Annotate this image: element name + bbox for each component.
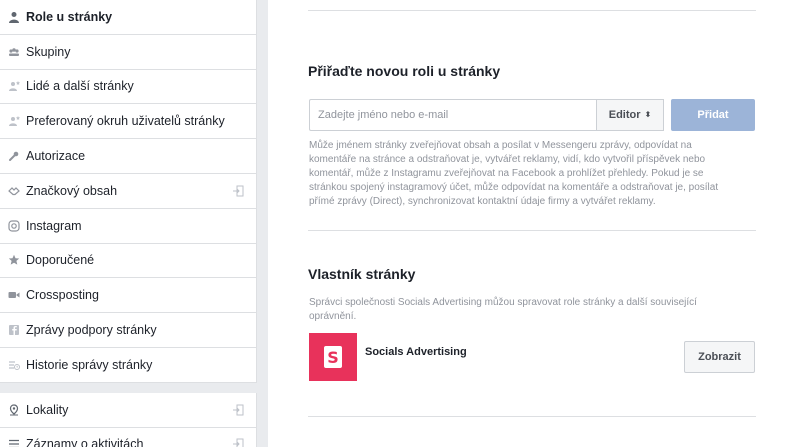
- name-or-email-input[interactable]: [309, 99, 597, 131]
- owner-description: Správci společnosti Socials Advertising …: [309, 297, 697, 322]
- external-link-icon: [232, 438, 244, 447]
- sidebar-item-label: Záznamy o aktivitách: [26, 437, 144, 447]
- sidebar-item-label: Autorizace: [26, 149, 86, 164]
- video-icon: [7, 288, 21, 302]
- sidebar-item-label: Crossposting: [26, 288, 99, 303]
- role-description: Může jménem stránky zveřejňovat obsah a …: [309, 140, 719, 207]
- person-star-icon: [7, 79, 21, 93]
- sidebar-item-label: Role u stránky: [26, 9, 113, 24]
- role-select-value: Editor: [608, 109, 641, 121]
- external-link-icon: [232, 404, 244, 416]
- list-icon: [7, 437, 21, 447]
- sidebar-item-branded-content[interactable]: Značkový obsah: [0, 174, 256, 209]
- wrench-icon: [7, 149, 21, 163]
- sidebar-item-groups[interactable]: Skupiny: [0, 35, 256, 70]
- facebook-icon: [7, 323, 21, 337]
- sidebar-item-label: Lokality: [26, 402, 69, 417]
- sidebar-item-support-messages[interactable]: Zprávy podpory stránky: [0, 313, 256, 348]
- owner-row: S Socials Advertising: [309, 333, 467, 381]
- sort-caret-icon: ⬍: [644, 110, 652, 119]
- owner-name[interactable]: Socials Advertising: [365, 346, 467, 358]
- sidebar-item-locations[interactable]: Lokality: [0, 393, 256, 428]
- sidebar-item-preferred-audience[interactable]: Preferovaný okruh uživatelů stránky: [0, 104, 256, 140]
- instagram-icon: [7, 219, 21, 233]
- divider: [308, 416, 756, 417]
- sidebar-item-label: Historie správy stránky: [26, 357, 153, 372]
- group-icon: [7, 45, 21, 59]
- role-select[interactable]: Editor ⬍: [596, 99, 664, 131]
- sidebar-item-activity-log[interactable]: Záznamy o aktivitách: [0, 428, 256, 447]
- sidebar-item-label: Doporučené: [26, 253, 95, 268]
- person-star-icon: [7, 114, 21, 128]
- page-owner-title: Vlastník stránky: [308, 266, 416, 282]
- add-button[interactable]: Přidat: [671, 99, 755, 131]
- sidebar-item-label: Zprávy podpory stránky: [26, 323, 157, 338]
- assign-role-title: Přiřaďte novou roli u stránky: [308, 63, 501, 79]
- sidebar-item-label: Preferovaný okruh uživatelů stránky: [26, 114, 225, 129]
- sidebar-item-crossposting[interactable]: Crossposting: [0, 278, 256, 314]
- sidebar-item-page-roles[interactable]: Role u stránky: [0, 0, 256, 35]
- sidebar-item-featured[interactable]: Doporučené: [0, 244, 256, 279]
- divider: [308, 10, 756, 11]
- sidebar-item-label: Značkový obsah: [26, 183, 118, 198]
- sidebar-item-label: Lidé a další stránky: [26, 79, 134, 94]
- person-icon: [7, 10, 21, 24]
- sidebar-item-label: Instagram: [26, 218, 82, 233]
- external-link-icon: [232, 185, 244, 197]
- view-button[interactable]: Zobrazit: [684, 341, 755, 373]
- divider: [308, 230, 756, 231]
- logo-mark: S: [324, 346, 342, 368]
- sidebar-item-authorization[interactable]: Autorizace: [0, 139, 256, 174]
- sidebar-gap: [0, 382, 257, 393]
- sidebar-item-instagram[interactable]: Instagram: [0, 209, 256, 244]
- sidebar-item-people-pages[interactable]: Lidé a další stránky: [0, 70, 256, 105]
- handshake-icon: [7, 184, 21, 198]
- page-roles-panel: Přiřaďte novou roli u stránky Editor ⬍ P…: [268, 0, 790, 447]
- history-icon: [7, 358, 21, 372]
- star-icon: [7, 253, 21, 267]
- sidebar-group-secondary: Lokality Záznamy o aktivitách: [0, 392, 257, 447]
- socials-advertising-logo[interactable]: S: [309, 333, 357, 381]
- sidebar-item-label: Skupiny: [26, 44, 71, 59]
- sidebar-group-main: Role u stránky Skupiny Lidé a další strá…: [0, 0, 257, 383]
- settings-sidebar: Role u stránky Skupiny Lidé a další strá…: [0, 0, 257, 447]
- sidebar-item-management-history[interactable]: Historie správy stránky: [0, 348, 256, 383]
- location-icon: [7, 403, 21, 417]
